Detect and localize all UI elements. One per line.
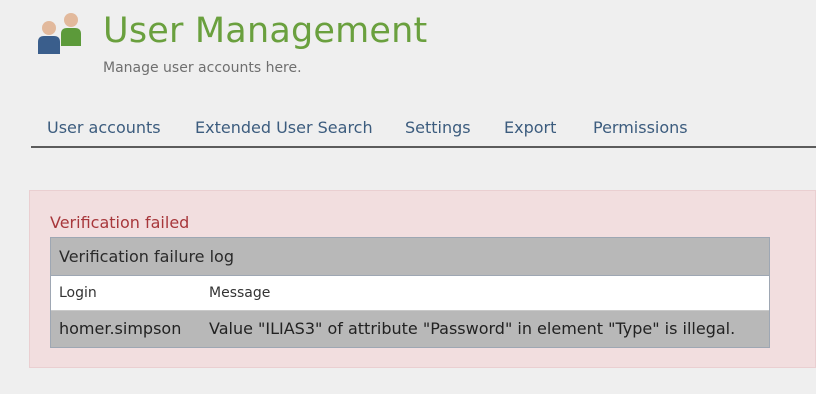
column-header-message: Message xyxy=(209,285,271,301)
column-header-login: Login xyxy=(59,285,97,301)
tab-user-accounts[interactable]: User accounts xyxy=(47,118,161,137)
error-alert: Verification failed Verification failure… xyxy=(29,190,816,368)
table-caption: Verification failure log xyxy=(51,238,769,276)
verification-log-table: Verification failure log Login Message h… xyxy=(50,237,770,348)
tab-settings[interactable]: Settings xyxy=(405,118,471,137)
alert-title: Verification failed xyxy=(50,213,190,232)
page-title: User Management xyxy=(103,11,428,51)
table-header-row: Login Message xyxy=(51,276,769,310)
tab-permissions[interactable]: Permissions xyxy=(593,118,688,137)
table-row: homer.simpson Value "ILIAS3" of attribut… xyxy=(51,310,769,347)
row-login: homer.simpson xyxy=(59,319,182,338)
users-icon xyxy=(36,12,86,56)
tab-extended-user-search[interactable]: Extended User Search xyxy=(195,118,373,137)
tab-bar: User accounts Extended User Search Setti… xyxy=(31,112,816,148)
tab-export[interactable]: Export xyxy=(504,118,556,137)
row-message: Value "ILIAS3" of attribute "Password" i… xyxy=(209,319,736,338)
page-subtitle: Manage user accounts here. xyxy=(103,60,302,76)
